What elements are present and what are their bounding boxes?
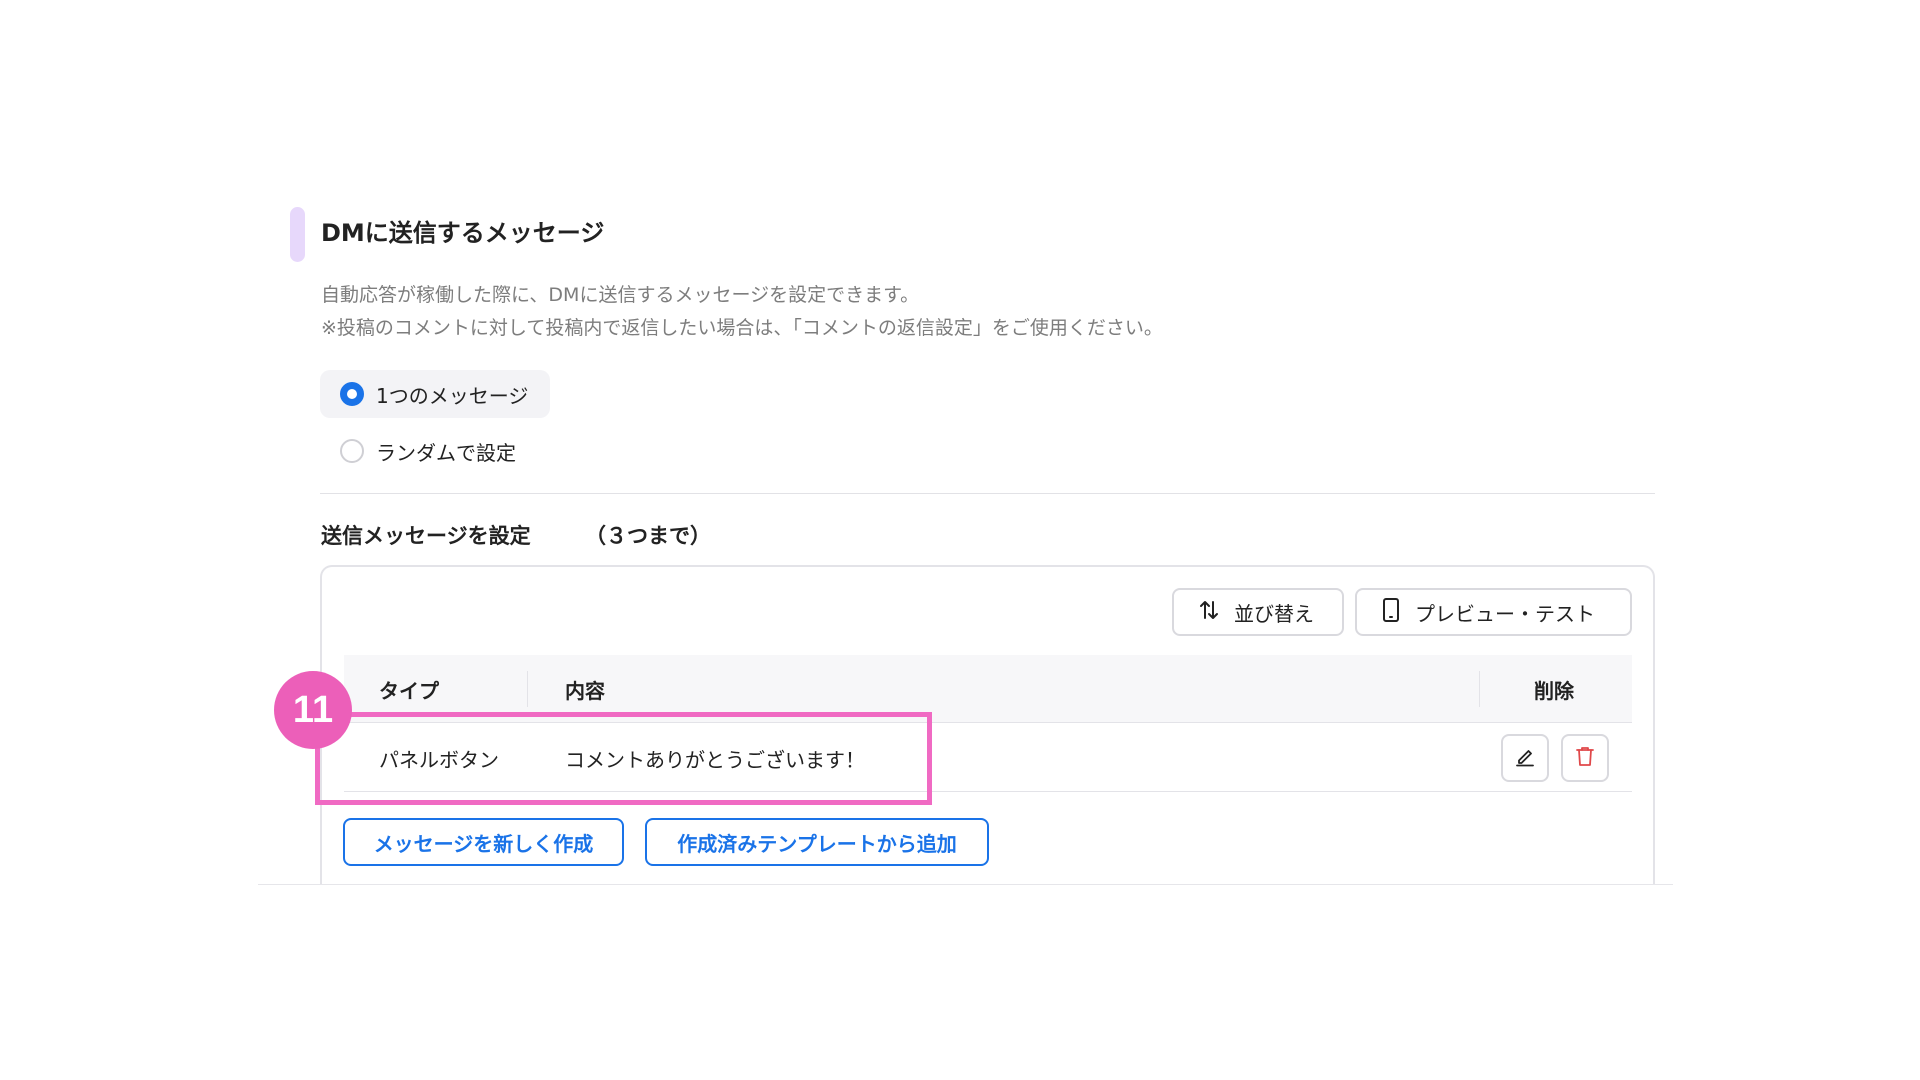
create-new-message-button[interactable]: メッセージを新しく作成 — [343, 818, 624, 866]
radio-option-single[interactable]: 1つのメッセージ — [320, 370, 551, 418]
messages-title: 送信メッセージを設定 — [321, 524, 531, 548]
radio-option-random[interactable]: ランダムで設定 — [320, 427, 538, 475]
radio-unchecked-icon — [340, 439, 364, 463]
column-separator — [527, 671, 528, 707]
edit-button[interactable] — [1501, 734, 1549, 782]
radio-option-label: 1つのメッセージ — [376, 383, 529, 408]
annotation-step-badge: 11 — [274, 671, 352, 749]
radio-checked-icon — [340, 382, 364, 406]
add-from-template-button[interactable]: 作成済みテンプレートから追加 — [645, 818, 989, 866]
messages-limit-note: （３つまで） — [585, 524, 711, 548]
column-header-delete: 削除 — [1534, 678, 1574, 703]
annotation-highlight-box — [315, 712, 932, 805]
sort-button-label: 並び替え — [1234, 601, 1314, 626]
section-description-line2: ※投稿のコメントに対して投稿内で返信したい場合は、「コメントの返信設定」をご使用… — [321, 317, 1163, 339]
section-description-line1: 自動応答が稼働した際に、DMに送信するメッセージを設定できます。 — [321, 284, 920, 306]
section-accent-bar — [290, 207, 305, 262]
preview-test-button[interactable]: プレビュー・テスト — [1355, 588, 1632, 636]
column-separator — [1479, 671, 1480, 707]
sort-arrows-icon — [1198, 599, 1220, 626]
delete-button[interactable] — [1561, 734, 1609, 782]
smartphone-icon — [1381, 597, 1401, 627]
radio-option-label: ランダムで設定 — [376, 440, 516, 465]
preview-button-label: プレビュー・テスト — [1415, 601, 1595, 626]
pencil-icon — [1514, 745, 1536, 771]
page: DMに送信するメッセージ 自動応答が稼働した際に、DMに送信するメッセージを設定… — [0, 0, 1920, 1080]
section-divider — [320, 493, 1655, 494]
sort-button[interactable]: 並び替え — [1172, 588, 1344, 636]
section-title: DMに送信するメッセージ — [321, 219, 605, 247]
bottom-divider — [258, 884, 1673, 885]
trash-icon — [1574, 745, 1596, 771]
